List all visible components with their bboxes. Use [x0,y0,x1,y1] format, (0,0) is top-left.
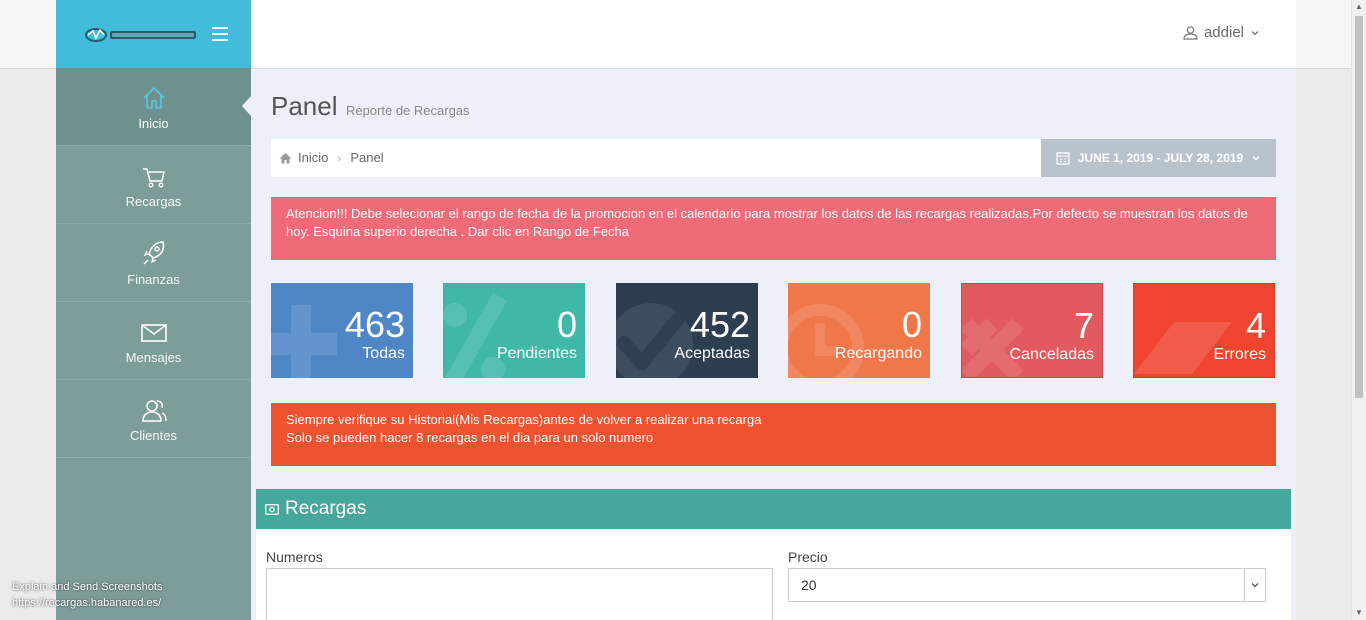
panel-header: Recargas [256,489,1291,529]
page-title-text: Panel [271,91,338,121]
clock-icon [788,304,864,378]
numeros-label: Numeros [266,549,323,565]
stat-recargando[interactable]: 0 Recargando [788,283,930,378]
warning-alert-line: Solo se pueden hacer 8 recargas en el di… [286,430,654,445]
user-menu[interactable]: addiel [1183,24,1260,41]
date-range-button[interactable]: JUNE 1, 2019 - JULY 28, 2019 [1041,139,1276,177]
screenshot-overlay: Explain and Send Screenshots https://rec… [12,579,162,611]
date-range-text: JUNE 1, 2019 - JULY 28, 2019 [1077,151,1244,165]
user-name: addiel [1203,24,1244,41]
precio-label: Precio [788,549,828,565]
breadcrumb: Inicio › Panel JUNE 1, 2019 - JULY 28, 2… [271,139,1276,177]
active-indicator [242,96,251,116]
warning-alert: Siempre verifique su Historial(Mis Recar… [271,403,1276,466]
sidebar-item-clientes[interactable]: Clientes [56,380,251,458]
stat-aceptadas[interactable]: 452 Aceptadas [616,283,758,378]
sidebar: Inicio Recargas Finanzas Mensajes Client… [56,0,251,620]
stat-pendientes[interactable]: 0 Pendientes [443,283,585,378]
stat-errores[interactable]: 4 Errores [1133,283,1275,378]
chevron-down-icon [1252,155,1260,161]
stat-label: Errores [1213,346,1266,363]
stat-value: 463 [344,304,405,345]
chevron-down-icon [1251,30,1259,35]
money-icon [265,503,279,515]
panel-title: Recargas [285,498,367,519]
home-icon [142,87,165,109]
plus-icon [271,305,337,378]
cross-icon [962,318,1024,377]
users-icon [141,400,167,422]
eraser-icon [1134,322,1232,374]
recargas-panel: Recargas Numeros Precio 20 [256,489,1291,620]
sidebar-item-label: Finanzas [127,272,180,287]
sidebar-item-label: Mensajes [125,350,182,365]
stat-value: 7 [1073,305,1094,346]
brand-logo[interactable] [84,26,200,44]
scroll-up-arrow-icon[interactable]: ▲ [1352,0,1366,14]
stat-label: Pendientes [496,345,577,362]
notice-alert: Atencion!!! Debe selecionar el rango de … [271,197,1276,260]
sidebar-item-mensajes[interactable]: Mensajes [56,302,251,380]
sidebar-item-label: Clientes [130,428,177,443]
stat-value: 0 [901,304,922,345]
stat-canceladas[interactable]: 7 Canceladas [961,283,1103,378]
page-title: Panel Reporte de Recargas [271,91,470,122]
breadcrumb-current: Panel [350,150,384,165]
top-header: addiel [251,0,1296,69]
warning-alert-line: Siempre verifique su Historial(Mis Recar… [286,412,762,427]
user-icon [1183,26,1198,40]
sidebar-item-recargas[interactable]: Recargas [56,146,251,224]
stat-label: Aceptadas [674,345,750,362]
overlay-line: https://recargas.habanared.es/ [12,597,162,609]
stat-value: 0 [556,304,577,345]
stat-label: Todas [362,345,405,362]
percent-icon [443,293,507,378]
numeros-textarea[interactable] [266,568,773,620]
stat-todas[interactable]: 463 Todas [271,283,413,378]
precio-select[interactable]: 20 [788,568,1266,602]
envelope-icon [140,324,167,342]
sidebar-item-label: Inicio [138,116,169,131]
breadcrumb-home[interactable]: Inicio [298,150,328,165]
main-content: Panel Reporte de Recargas Inicio › Panel… [251,69,1296,620]
sidebar-item-inicio[interactable]: Inicio [56,68,251,146]
scrollbar-thumb[interactable] [1355,16,1363,398]
scroll-down-arrow-icon[interactable]: ▼ [1352,606,1366,620]
brand-bar [56,0,251,68]
chevron-down-icon [1244,569,1265,601]
calendar-icon [1056,152,1070,165]
stat-label: Recargando [834,345,922,362]
notice-alert-text: Atencion!!! Debe selecionar el rango de … [286,206,1248,239]
stat-label: Canceladas [1009,346,1095,363]
sidebar-item-finanzas[interactable]: Finanzas [56,224,251,302]
chevron-right-icon: › [337,150,342,165]
page-subtitle: Reporte de Recargas [345,103,470,118]
cart-icon [142,168,165,188]
home-icon [279,152,292,163]
precio-select-value: 20 [801,577,817,593]
sidebar-item-label: Recargas [125,194,182,209]
page-scrollbar[interactable]: ▲ ▼ [1351,0,1366,620]
menu-toggle-icon[interactable] [212,27,228,45]
overlay-line: Explain and Send Screenshots [12,581,163,593]
stat-value: 452 [689,304,750,345]
rocket-icon [143,241,164,265]
stat-value: 4 [1245,305,1266,346]
